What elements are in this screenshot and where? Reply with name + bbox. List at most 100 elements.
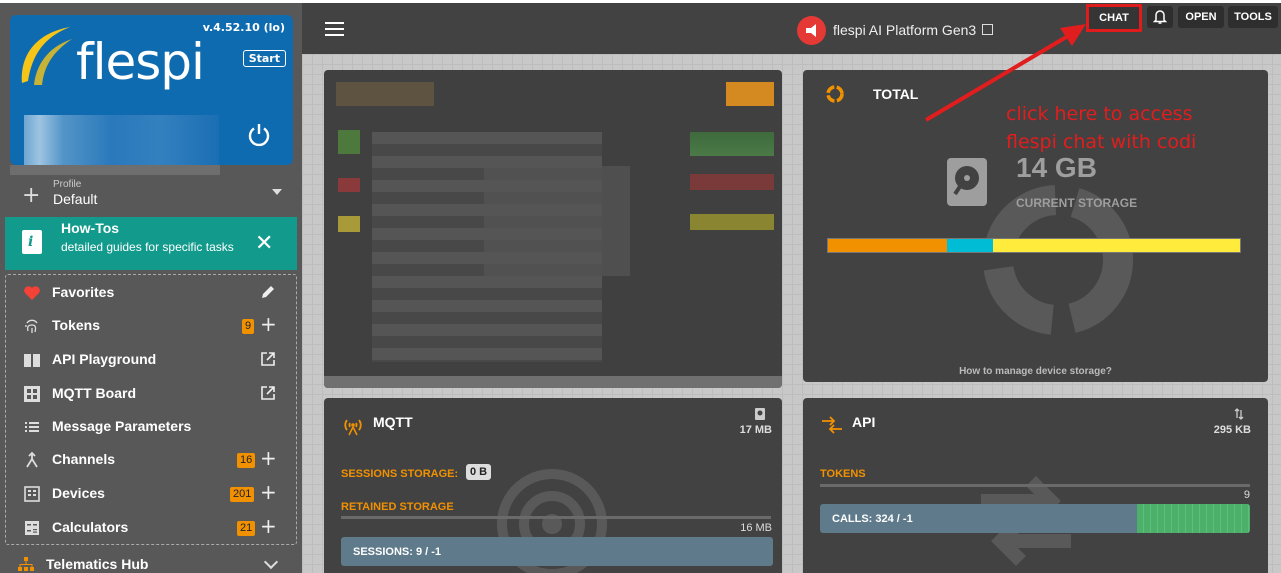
bell-icon: [1152, 10, 1168, 24]
add-icon[interactable]: +: [260, 480, 277, 504]
sessions-storage-value: 0 B: [466, 464, 492, 480]
add-icon[interactable]: +: [260, 514, 277, 538]
sessions-storage-label: SESSIONS STORAGE:: [341, 468, 459, 480]
sidebar-item-label: Message Parameters: [52, 418, 192, 434]
sidebar-item-api-playground[interactable]: API Playground: [6, 343, 296, 375]
blurred-row: [338, 130, 360, 154]
tokens-value: 9: [1243, 489, 1250, 501]
sidebar-menu: Favorites Tokens 9 + API Playground MQTT…: [5, 274, 297, 545]
chevron-down-icon[interactable]: [263, 554, 279, 570]
mqtt-size: 17 MB: [739, 424, 772, 436]
merge-icon: [26, 451, 38, 468]
calls-bar: CALLS: 324 / -1: [820, 504, 1250, 533]
total-title: TOTAL: [873, 86, 919, 102]
sidebar-item-favorites[interactable]: Favorites: [6, 276, 296, 308]
storage-label: CURRENT STORAGE: [1016, 196, 1138, 210]
blurred-footer: [324, 376, 782, 388]
sidebar-item-label: Tokens: [52, 317, 100, 333]
hard-drive-icon: [947, 158, 987, 206]
heart-icon: [24, 286, 40, 300]
sidebar-item-tokens[interactable]: Tokens 9 +: [6, 309, 296, 341]
broadcast-icon: [344, 419, 362, 436]
sidebar: flespi v.4.52.10 (lo) Start + Profile De…: [0, 0, 302, 573]
book-icon: [24, 354, 40, 367]
list-icon: [25, 422, 39, 432]
howto-title: How-Tos: [61, 220, 120, 236]
count-badge: 16: [237, 453, 256, 468]
howto-description: detailed guides for specific tasks: [61, 240, 234, 254]
storage-segment: [828, 239, 948, 252]
api-card: API 295 KB TOKENS 9 CALLS: 324 / -1: [803, 398, 1268, 573]
sidebar-item-label: Calculators: [52, 519, 129, 535]
flespi-logo-icon: [21, 27, 72, 85]
start-button[interactable]: Start: [242, 50, 286, 67]
external-link-icon[interactable]: [260, 351, 276, 367]
storage-segment: [992, 239, 1240, 252]
profile-selector[interactable]: + Profile Default: [0, 175, 302, 215]
tools-button[interactable]: TOOLS: [1228, 6, 1278, 28]
mqtt-title: MQTT: [373, 414, 413, 430]
add-icon[interactable]: +: [260, 446, 277, 470]
pencil-icon[interactable]: [260, 284, 276, 300]
open-button[interactable]: OPEN: [1178, 6, 1224, 28]
count-badge: 201: [230, 487, 255, 502]
caret-down-icon[interactable]: [272, 189, 282, 195]
retained-storage-label: RETAINED STORAGE: [341, 501, 454, 513]
profile-label: Profile: [53, 179, 82, 190]
annotation-line-1: click here to access: [1006, 103, 1193, 125]
howto-banner[interactable]: i How-Tos detailed guides for specific t…: [5, 217, 297, 270]
sessions-bar-label: SESSIONS: 9 / -1: [353, 546, 442, 558]
external-link-icon[interactable]: [982, 24, 993, 35]
count-badge: 9: [242, 319, 255, 334]
sidebar-item-mqtt-board[interactable]: MQTT Board: [6, 377, 296, 409]
sidebar-item-devices[interactable]: Devices 201 +: [6, 477, 296, 509]
hierarchy-icon: [18, 557, 34, 571]
calculator-icon: [25, 521, 39, 535]
blurred-badge: [726, 82, 774, 106]
blurred-title: [336, 82, 434, 106]
brand-panel: flespi v.4.52.10 (lo) Start: [10, 15, 293, 165]
info-book-icon: i: [22, 230, 42, 254]
section-telematics-hub[interactable]: Telematics Hub: [0, 549, 302, 573]
sidebar-item-label: Channels: [52, 451, 116, 467]
storage-segment: [947, 239, 993, 252]
menu-icon[interactable]: [325, 22, 344, 36]
grid-icon: [24, 386, 40, 402]
blurred-row: [338, 216, 360, 232]
sidebar-item-message-parameters[interactable]: Message Parameters: [6, 410, 296, 442]
power-icon[interactable]: [247, 123, 271, 147]
app-root: flespi v.4.52.10 (lo) Start + Profile De…: [0, 0, 1281, 573]
chat-button[interactable]: CHAT: [1086, 4, 1142, 32]
external-link-icon[interactable]: [260, 385, 276, 401]
blurred-row: [338, 178, 360, 192]
logo-text: flespi: [76, 33, 205, 91]
section-label: Telematics Hub: [46, 556, 149, 572]
profile-value: Default: [53, 191, 98, 207]
sidebar-item-channels[interactable]: Channels 16 +: [6, 443, 296, 475]
count-badge: 21: [237, 521, 256, 536]
calls-sparkline: [1137, 504, 1250, 533]
tokens-bar: [820, 484, 1250, 487]
annotation-line-2: flespi chat with codi: [1006, 131, 1197, 153]
blurred-row: [690, 132, 774, 156]
calls-bar-label: CALLS: 324 / -1: [832, 513, 913, 525]
close-icon[interactable]: ✕: [255, 231, 273, 256]
blurred-icon: [484, 166, 630, 276]
device-icon: [24, 486, 40, 502]
add-icon[interactable]: +: [260, 312, 277, 336]
sidebar-item-label: Devices: [52, 485, 105, 501]
blurred-row: [690, 214, 774, 230]
notifications-button[interactable]: [1147, 6, 1173, 28]
sidebar-item-label: API Playground: [52, 351, 157, 367]
api-title: API: [852, 414, 876, 430]
platform-title[interactable]: flespi AI Platform Gen3: [833, 22, 976, 38]
sessions-bar: SESSIONS: 9 / -1: [341, 537, 773, 566]
plus-icon[interactable]: +: [22, 183, 40, 208]
sidebar-item-calculators[interactable]: Calculators 21 +: [6, 511, 296, 543]
storage-help-link[interactable]: How to manage device storage?: [803, 366, 1268, 377]
brand-shadow: [10, 165, 220, 175]
storage-small-icon: [755, 408, 765, 420]
sidebar-item-label: MQTT Board: [52, 385, 136, 401]
storage-bar: [827, 238, 1241, 253]
top-bar: flespi AI Platform Gen3 CHAT OPEN TOOLS: [302, 0, 1281, 54]
